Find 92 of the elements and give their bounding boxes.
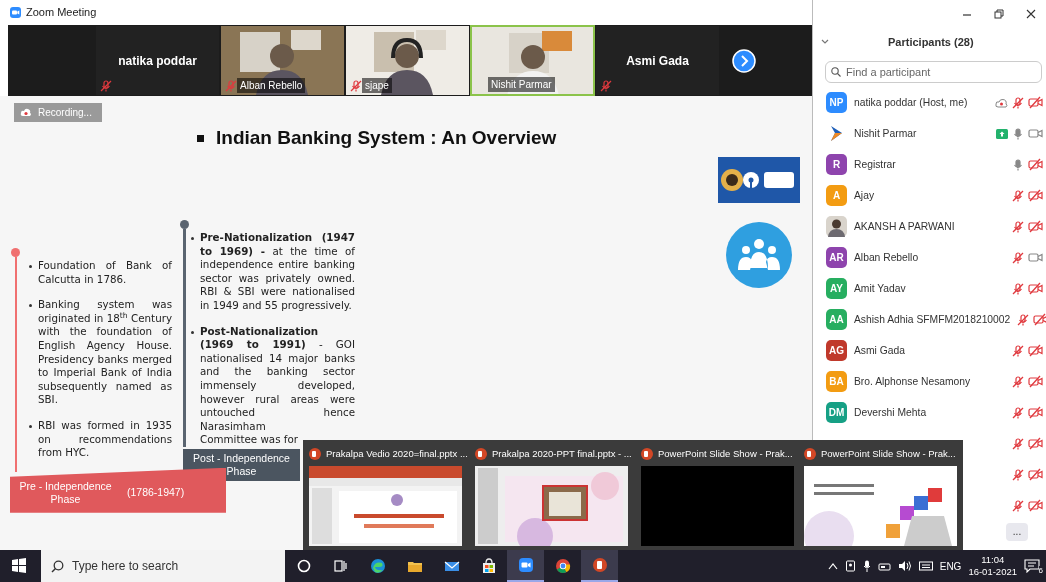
avatar	[826, 216, 847, 237]
keyboard-icon[interactable]	[918, 560, 933, 572]
search-field[interactable]: Find a participant	[825, 61, 1042, 83]
date-text: 16-01-2021	[968, 566, 1017, 578]
notification-count: 6	[1038, 566, 1043, 575]
slide-title: Indian Banking System : An Overview	[216, 125, 557, 150]
search-icon	[831, 67, 841, 77]
search-icon	[51, 560, 64, 573]
phase-label: Pre - Independence Phase	[18, 480, 113, 507]
participant-name: Registrar	[854, 157, 897, 172]
meet-now-icon[interactable]	[844, 560, 856, 572]
task-view-icon	[332, 558, 349, 574]
clock[interactable]: 11:04 16-01-2021	[968, 554, 1017, 578]
panel-title: Participants (28)	[888, 34, 974, 50]
close-button[interactable]	[1026, 9, 1036, 19]
phase-years: (1786-1947)	[127, 485, 185, 501]
avatar: A	[826, 185, 847, 206]
bullet-icon	[191, 330, 194, 334]
bullet-text: Banking system was originated in 18$^{th}$ Century with the foundation of English Agency House. Presidency banks merged to Imperial Bank of India subsequently named as SBI.	[38, 298, 172, 407]
store-icon	[480, 558, 497, 574]
participant-name: Alban Rebello	[854, 250, 920, 265]
chrome-icon	[554, 558, 571, 574]
volume-icon[interactable]	[897, 560, 912, 572]
active-video-tile[interactable]: Nishit Parmar	[470, 25, 595, 96]
preview-title: Prakalpa Vedio 2020=final.pptx ...	[326, 446, 468, 461]
avatar: AA	[826, 309, 847, 330]
avatar: AR	[826, 247, 847, 268]
participant-name: AKANSH A PARWANI	[854, 219, 956, 234]
window-preview[interactable]: PowerPoint Slide Show - Prak...	[641, 446, 794, 550]
avatar: DM	[826, 402, 847, 423]
participant-name: Nishit Parmar	[488, 77, 555, 92]
presentation-app-icon	[641, 448, 653, 460]
window-title: Zoom Meeting	[26, 5, 97, 21]
video-tile[interactable]: sjape	[345, 25, 470, 96]
restore-button[interactable]	[994, 9, 1004, 19]
participant-name: Asmi Gada	[854, 343, 906, 358]
cloud-record-icon	[20, 108, 32, 117]
participant-name: Amit Yadav	[854, 281, 907, 296]
presentation-app-icon	[309, 448, 321, 460]
cortana-icon	[295, 558, 312, 574]
bullet-text: Committee was for	[200, 433, 299, 447]
next-button[interactable]	[732, 48, 756, 73]
avatar: AY	[826, 278, 847, 299]
avatar: R	[826, 154, 847, 175]
presentation-app-icon	[475, 448, 487, 460]
participant-name: Ajay	[854, 188, 876, 203]
preview-title: Prakalpa 2020-PPT final.pptx - ...	[492, 446, 632, 461]
video-tile[interactable]: Asmi Gada	[595, 25, 720, 96]
browser-icon	[369, 558, 386, 574]
participant-name: Asmi Gada	[625, 53, 690, 70]
preview-title: PowerPoint Slide Show - Prak...	[821, 446, 956, 461]
video-app-icon	[517, 557, 534, 573]
window-preview[interactable]: PowerPoint Slide Show - Prak...	[804, 446, 957, 550]
participant-name: Alban Rebello	[237, 78, 306, 93]
bullet-icon	[29, 265, 32, 268]
language-indicator[interactable]: ENG	[939, 558, 962, 574]
mic-icon[interactable]	[862, 560, 871, 572]
avatar: BA	[826, 371, 847, 392]
video-tile[interactable]: natika poddar	[95, 25, 220, 96]
window-preview[interactable]: Prakalpa Vedio 2020=final.pptx ...	[309, 446, 465, 550]
app-logo-icon	[10, 7, 21, 18]
chevron-up-icon[interactable]	[827, 562, 838, 570]
avatar: AG	[826, 340, 847, 361]
bullet-icon	[29, 424, 32, 428]
taskbar-app-button[interactable]	[507, 550, 544, 582]
participant-name: sjape	[362, 78, 392, 93]
participant-name: Bro. Alphonse Nesamony	[854, 374, 972, 389]
bullet-icon	[29, 304, 32, 308]
avatar: NP	[826, 92, 847, 113]
bullet-text: RBI was formed in 1935 on recommendations from HYC.	[38, 418, 172, 460]
video-tile[interactable]: Alban Rebello	[220, 25, 345, 96]
network-icon[interactable]	[877, 561, 891, 571]
more-button[interactable]: ...	[1006, 523, 1028, 541]
preview-title: PowerPoint Slide Show - Prak...	[658, 446, 793, 461]
bullet-text: Pre-Nationalization (1947 to 1969) - at the time of independence entire banking sector was privately owned. RBI & SBI were nationalised in 1949 and 55 progressively.	[200, 231, 355, 313]
participant-name: Nishit Parmar	[854, 126, 918, 141]
participant-name: natika poddar	[117, 53, 198, 70]
time-text: 11:04	[981, 554, 1005, 566]
presentation-app-icon	[804, 448, 816, 460]
bullet-text: Post-Nationalization (1969 to 1991) - GOI nationalised 14 major banks and the banking sector immensely developed, however rural areas were untouched hence Narasimham	[200, 324, 355, 434]
participant-name: natika poddar (Host, me)	[854, 95, 969, 110]
taskbar-app-button[interactable]	[581, 550, 618, 582]
presentation-app-icon	[591, 557, 608, 573]
bullet-icon	[197, 134, 204, 142]
participant-name: Ashish Adhia SFMFM2018210002	[854, 312, 1011, 327]
people-icon	[726, 222, 792, 288]
bullet-text: Foundation of Bank of Calcutta in 1786.	[38, 259, 172, 287]
bullet-icon	[191, 237, 194, 240]
participant-name: Devershi Mehta	[854, 405, 928, 420]
taskbar-search-field[interactable]: Type here to search	[41, 550, 285, 582]
window-preview[interactable]: Prakalpa 2020-PPT final.pptx - ...	[475, 446, 631, 550]
notification-icon[interactable]	[1024, 559, 1040, 573]
